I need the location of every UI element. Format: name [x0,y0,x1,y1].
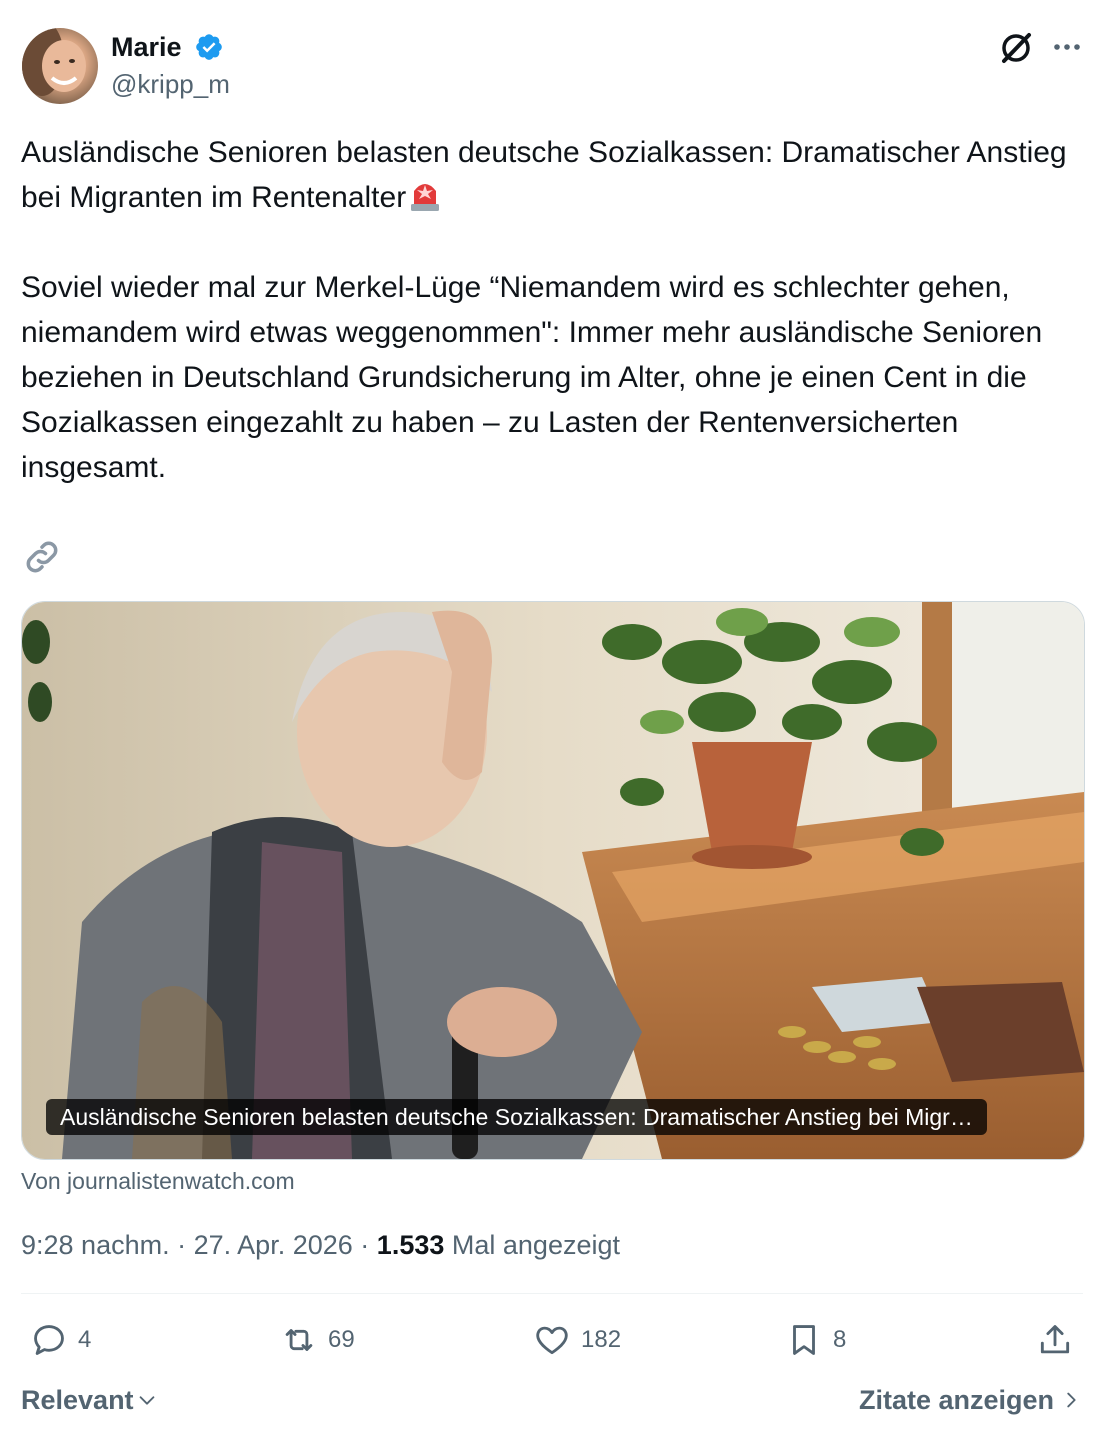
link-card[interactable]: Ausländische Senioren belasten deutsche … [21,601,1085,1160]
author-name[interactable]: Marie [111,30,182,64]
repost-count: 69 [328,1326,355,1353]
share-button[interactable] [1036,1320,1084,1360]
like-count: 182 [581,1326,622,1353]
bookmark-count: 8 [833,1326,847,1353]
reply-count: 4 [78,1326,92,1353]
repost-icon [285,1329,313,1351]
reply-button[interactable]: 4 [30,1320,91,1360]
divider [21,1293,1083,1294]
like-button[interactable]: 182 [533,1320,621,1360]
tweet-meta: 9:28 nachm. · 27. Apr. 2026 · 1.533 Mal … [21,1227,620,1263]
link-icon[interactable] [21,536,63,578]
author-handle[interactable]: @kripp_m [111,68,230,100]
bookmark-button[interactable]: 8 [785,1320,846,1360]
sort-label: Relevant [21,1385,134,1415]
repost-button[interactable]: 69 [280,1320,355,1360]
meta-separator: · [177,1230,187,1260]
chevron-right-icon [1067,1392,1076,1408]
quotes-label: Zitate anzeigen [858,1385,1054,1415]
tweet-text-paragraph-2: Soviel wieder mal zur Merkel-Lüge “Niema… [21,271,1051,484]
article-photo [22,602,1084,1159]
share-icon [1040,1325,1070,1354]
avatar[interactable] [22,28,98,104]
more-icon[interactable] [1050,30,1084,64]
grok-icon[interactable] [996,28,1036,68]
tweet-text-paragraph-1: Ausländische Senioren belasten deutsche … [21,136,1075,214]
tweet-text: Ausländische Senioren belasten deutsche … [21,130,1081,490]
meta-separator: · [360,1230,370,1260]
bookmark-icon [793,1325,815,1355]
link-source[interactable]: Von journalistenwatch.com [21,1165,295,1197]
tweet-date[interactable]: 27. Apr. 2026 [194,1230,353,1260]
tweet-time[interactable]: 9:28 nachm. [21,1230,170,1260]
verified-badge-icon [194,32,224,62]
sort-dropdown[interactable]: Relevant [21,1382,158,1418]
chevron-down-icon [139,1396,154,1405]
police-light-icon [406,175,444,213]
link-card-title: Ausländische Senioren belasten deutsche … [46,1099,987,1135]
reply-icon [34,1325,64,1355]
views-label: Mal angezeigt [451,1230,620,1260]
views-count: 1.533 [376,1230,445,1260]
heart-icon [536,1326,568,1355]
view-quotes-link[interactable]: Zitate anzeigen [859,1382,1082,1418]
